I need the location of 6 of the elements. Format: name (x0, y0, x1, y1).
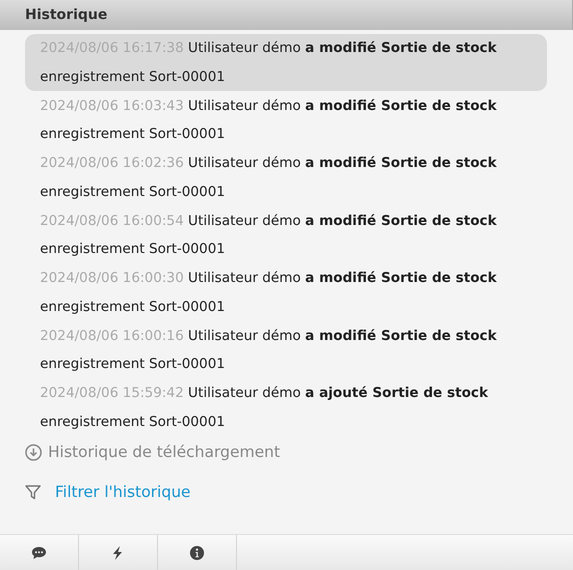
history-item[interactable]: 2024/08/06 15:59:42 Utilisateur démo a ajouté Sortie de stock enregistrement Sort-00001 (25, 379, 547, 437)
download-icon (25, 444, 42, 461)
comment-icon (31, 544, 47, 560)
panel-title: Historique (25, 6, 108, 24)
info-icon (189, 544, 205, 560)
filter-icon (25, 485, 41, 500)
